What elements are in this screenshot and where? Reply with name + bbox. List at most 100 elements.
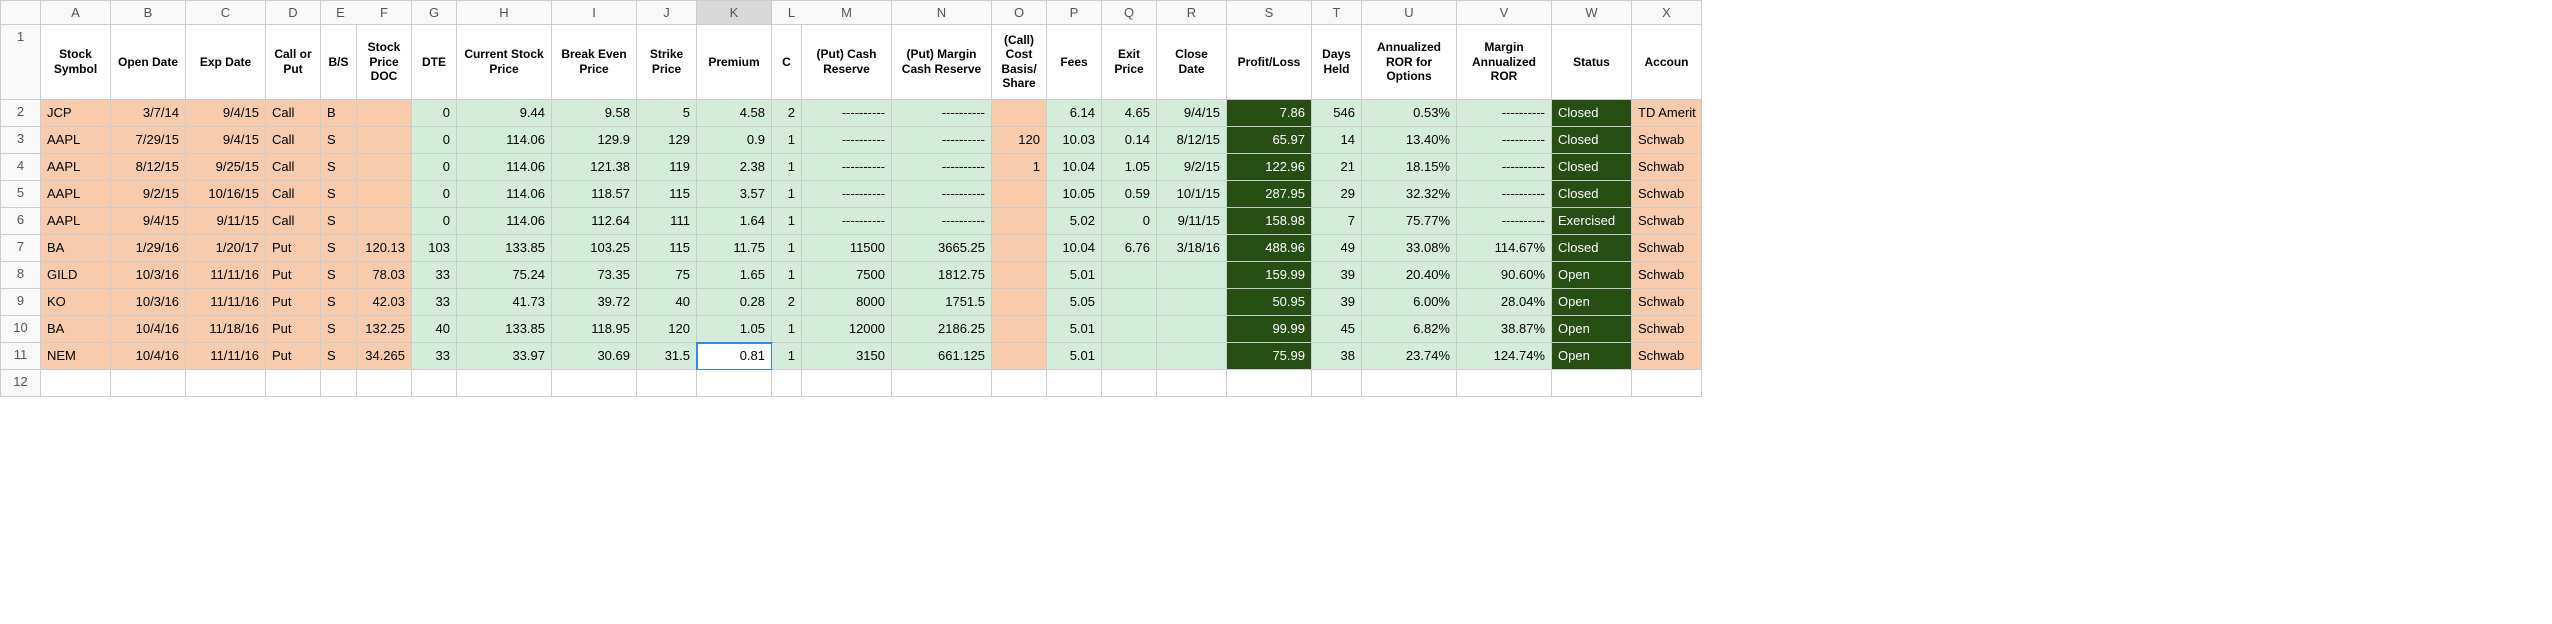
- cell-G10[interactable]: 40: [412, 316, 457, 343]
- cell-O9[interactable]: [992, 289, 1047, 316]
- col-header-K[interactable]: K: [697, 1, 772, 25]
- cell-L3[interactable]: 1: [772, 127, 802, 154]
- cell-I9[interactable]: 39.72: [552, 289, 637, 316]
- cell-I5[interactable]: 118.57: [552, 181, 637, 208]
- cell-T6[interactable]: 7: [1312, 208, 1362, 235]
- cell-P7[interactable]: 10.04: [1047, 235, 1102, 262]
- cell-H6[interactable]: 114.06: [457, 208, 552, 235]
- cell-T12[interactable]: [1312, 370, 1362, 397]
- cell-V7[interactable]: 114.67%: [1457, 235, 1552, 262]
- cell-K5[interactable]: 3.57: [697, 181, 772, 208]
- cell-S7[interactable]: 488.96: [1227, 235, 1312, 262]
- cell-M12[interactable]: [802, 370, 892, 397]
- cell-U5[interactable]: 32.32%: [1362, 181, 1457, 208]
- row-header-3[interactable]: 3: [1, 127, 41, 154]
- cell-S10[interactable]: 99.99: [1227, 316, 1312, 343]
- cell-L2[interactable]: 2: [772, 100, 802, 127]
- cell-M9[interactable]: 8000: [802, 289, 892, 316]
- cell-L11[interactable]: 1: [772, 343, 802, 370]
- col-header-U[interactable]: U: [1362, 1, 1457, 25]
- cell-Q3[interactable]: 0.14: [1102, 127, 1157, 154]
- cell-X2[interactable]: TD Amerit: [1632, 100, 1702, 127]
- cell-J2[interactable]: 5: [637, 100, 697, 127]
- row-header-12[interactable]: 12: [1, 370, 41, 397]
- cell-B4[interactable]: 8/12/15: [111, 154, 186, 181]
- cell-N9[interactable]: 1751.5: [892, 289, 992, 316]
- col-header-Q[interactable]: Q: [1102, 1, 1157, 25]
- cell-W10[interactable]: Open: [1552, 316, 1632, 343]
- cell-U2[interactable]: 0.53%: [1362, 100, 1457, 127]
- cell-O3[interactable]: 120: [992, 127, 1047, 154]
- cell-C9[interactable]: 11/11/16: [186, 289, 266, 316]
- cell-R2[interactable]: 9/4/15: [1157, 100, 1227, 127]
- cell-H4[interactable]: 114.06: [457, 154, 552, 181]
- row-header-10[interactable]: 10: [1, 316, 41, 343]
- cell-A8[interactable]: GILD: [41, 262, 111, 289]
- cell-H5[interactable]: 114.06: [457, 181, 552, 208]
- cell-O7[interactable]: [992, 235, 1047, 262]
- cell-L12[interactable]: [772, 370, 802, 397]
- cell-X5[interactable]: Schwab: [1632, 181, 1702, 208]
- spreadsheet-grid[interactable]: ABCDEFGHIJKLMNOPQRSTUVWX1Stock SymbolOpe…: [0, 0, 1702, 397]
- cell-I8[interactable]: 73.35: [552, 262, 637, 289]
- cell-J3[interactable]: 129: [637, 127, 697, 154]
- col-header-M[interactable]: M: [802, 1, 892, 25]
- cell-K12[interactable]: [697, 370, 772, 397]
- cell-F12[interactable]: [357, 370, 412, 397]
- cell-R5[interactable]: 10/1/15: [1157, 181, 1227, 208]
- cell-R10[interactable]: [1157, 316, 1227, 343]
- col-header-S[interactable]: S: [1227, 1, 1312, 25]
- cell-T4[interactable]: 21: [1312, 154, 1362, 181]
- cell-A7[interactable]: BA: [41, 235, 111, 262]
- cell-X9[interactable]: Schwab: [1632, 289, 1702, 316]
- cell-H9[interactable]: 41.73: [457, 289, 552, 316]
- cell-T9[interactable]: 39: [1312, 289, 1362, 316]
- cell-M10[interactable]: 12000: [802, 316, 892, 343]
- cell-G6[interactable]: 0: [412, 208, 457, 235]
- cell-K9[interactable]: 0.28: [697, 289, 772, 316]
- cell-D9[interactable]: Put: [266, 289, 321, 316]
- cell-B6[interactable]: 9/4/15: [111, 208, 186, 235]
- cell-W12[interactable]: [1552, 370, 1632, 397]
- cell-L9[interactable]: 2: [772, 289, 802, 316]
- cell-B2[interactable]: 3/7/14: [111, 100, 186, 127]
- cell-I3[interactable]: 129.9: [552, 127, 637, 154]
- col-header-V[interactable]: V: [1457, 1, 1552, 25]
- cell-E9[interactable]: S: [321, 289, 357, 316]
- col-header-R[interactable]: R: [1157, 1, 1227, 25]
- cell-P3[interactable]: 10.03: [1047, 127, 1102, 154]
- cell-M3[interactable]: ----------: [802, 127, 892, 154]
- cell-U4[interactable]: 18.15%: [1362, 154, 1457, 181]
- cell-F7[interactable]: 120.13: [357, 235, 412, 262]
- cell-X12[interactable]: [1632, 370, 1702, 397]
- cell-D2[interactable]: Call: [266, 100, 321, 127]
- cell-V10[interactable]: 38.87%: [1457, 316, 1552, 343]
- cell-U11[interactable]: 23.74%: [1362, 343, 1457, 370]
- cell-I10[interactable]: 118.95: [552, 316, 637, 343]
- cell-U10[interactable]: 6.82%: [1362, 316, 1457, 343]
- cell-K8[interactable]: 1.65: [697, 262, 772, 289]
- cell-B7[interactable]: 1/29/16: [111, 235, 186, 262]
- col-header-J[interactable]: J: [637, 1, 697, 25]
- cell-D11[interactable]: Put: [266, 343, 321, 370]
- cell-U3[interactable]: 13.40%: [1362, 127, 1457, 154]
- cell-D3[interactable]: Call: [266, 127, 321, 154]
- cell-D8[interactable]: Put: [266, 262, 321, 289]
- cell-C10[interactable]: 11/18/16: [186, 316, 266, 343]
- cell-D4[interactable]: Call: [266, 154, 321, 181]
- cell-F4[interactable]: [357, 154, 412, 181]
- cell-S12[interactable]: [1227, 370, 1312, 397]
- cell-Q4[interactable]: 1.05: [1102, 154, 1157, 181]
- col-header-H[interactable]: H: [457, 1, 552, 25]
- cell-A4[interactable]: AAPL: [41, 154, 111, 181]
- cell-N10[interactable]: 2186.25: [892, 316, 992, 343]
- cell-V4[interactable]: ----------: [1457, 154, 1552, 181]
- cell-A12[interactable]: [41, 370, 111, 397]
- cell-C2[interactable]: 9/4/15: [186, 100, 266, 127]
- cell-A3[interactable]: AAPL: [41, 127, 111, 154]
- col-header-B[interactable]: B: [111, 1, 186, 25]
- cell-V5[interactable]: ----------: [1457, 181, 1552, 208]
- cell-G3[interactable]: 0: [412, 127, 457, 154]
- cell-K2[interactable]: 4.58: [697, 100, 772, 127]
- cell-F11[interactable]: 34.265: [357, 343, 412, 370]
